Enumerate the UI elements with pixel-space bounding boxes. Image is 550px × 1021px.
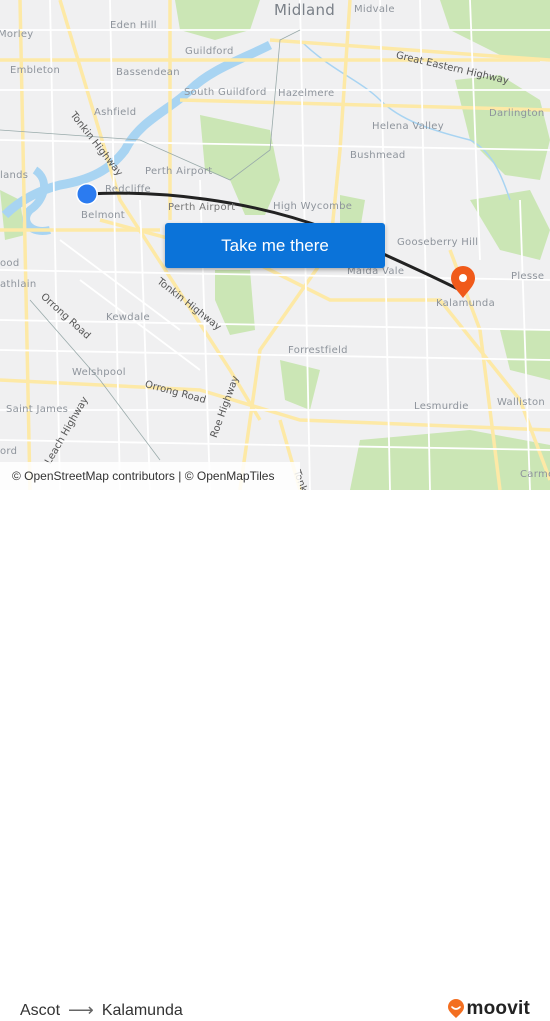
route-summary: Ascot ⟶ Kalamunda bbox=[20, 1000, 183, 1021]
map-attribution[interactable]: © OpenStreetMap contributors | © OpenMap… bbox=[0, 462, 300, 490]
map[interactable]: Midland Midvale Eden Hill Morley Guildfo… bbox=[0, 0, 550, 490]
place-label: Ashfield bbox=[94, 107, 137, 118]
place-label: lands bbox=[0, 170, 29, 181]
origin-dot[interactable] bbox=[77, 184, 97, 204]
place-label: Hazelmere bbox=[278, 88, 335, 99]
place-label: Guildford bbox=[185, 46, 234, 57]
moovit-pin-icon bbox=[447, 999, 464, 1018]
place-label: Midvale bbox=[354, 4, 395, 15]
place-label: Lesmurdie bbox=[414, 401, 469, 412]
moovit-wordmark: moovit bbox=[466, 998, 530, 1019]
place-label: Forrestfield bbox=[288, 345, 348, 356]
place-label: Walliston bbox=[497, 397, 545, 408]
destination-name: Kalamunda bbox=[101, 1001, 183, 1019]
place-label: Belmont bbox=[81, 210, 126, 221]
arrow-right-icon: ⟶ bbox=[68, 1000, 94, 1020]
place-label: Kalamunda bbox=[436, 298, 496, 309]
place-label: Bassendean bbox=[116, 67, 180, 78]
place-label: Bushmead bbox=[350, 150, 406, 161]
place-label: Gooseberry Hill bbox=[397, 237, 479, 248]
place-label: Darlington bbox=[489, 108, 545, 119]
place-label: Saint James bbox=[6, 404, 69, 415]
place-label: Perth Airport bbox=[145, 166, 213, 177]
destination-pin[interactable] bbox=[451, 266, 475, 298]
take-me-there-button[interactable]: Take me there bbox=[165, 223, 385, 268]
place-label: ood bbox=[0, 258, 20, 269]
place-label: athlain bbox=[0, 279, 37, 290]
place-label: Plesse bbox=[511, 271, 545, 282]
place-label: South Guildford bbox=[184, 87, 267, 98]
origin-name: Ascot bbox=[20, 1001, 61, 1019]
place-label: Eden Hill bbox=[110, 20, 157, 31]
place-label: Carme bbox=[520, 469, 550, 480]
place-label: Perth Airport bbox=[168, 202, 236, 213]
moovit-logo[interactable]: moovit bbox=[447, 998, 530, 1020]
footer: Ascot ⟶ Kalamunda moovit bbox=[0, 490, 550, 1020]
place-label: Morley bbox=[0, 29, 34, 40]
railway bbox=[29, 299, 161, 461]
place-label: Redcliffe bbox=[105, 184, 151, 195]
place-label: Helena Valley bbox=[372, 121, 444, 132]
place-label: Kewdale bbox=[106, 312, 150, 323]
place-label: High Wycombe bbox=[273, 201, 353, 212]
place-label: Embleton bbox=[10, 65, 61, 76]
place-label: Welshpool bbox=[72, 367, 126, 378]
place-label: Midland bbox=[274, 1, 336, 19]
place-label: ord bbox=[0, 446, 18, 457]
